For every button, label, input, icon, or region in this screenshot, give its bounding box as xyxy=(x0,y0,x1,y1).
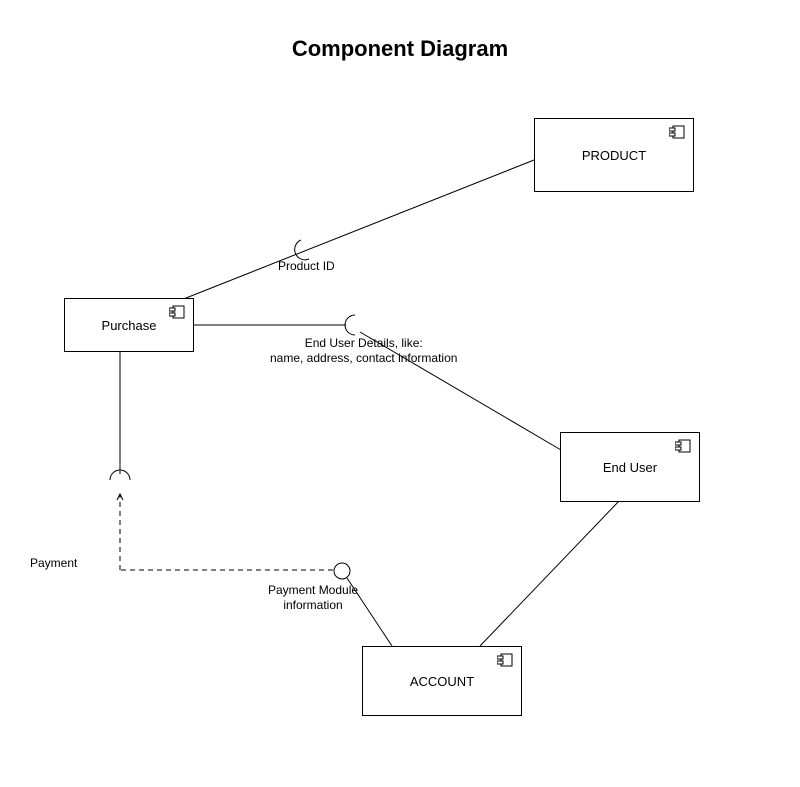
component-product: PRODUCT xyxy=(534,118,694,192)
component-icon xyxy=(669,125,685,142)
component-icon xyxy=(675,439,691,456)
label-payment: Payment xyxy=(30,556,77,571)
component-product-label: PRODUCT xyxy=(582,148,646,163)
component-end-user-label: End User xyxy=(603,460,657,475)
component-purchase-label: Purchase xyxy=(102,318,157,333)
component-icon xyxy=(497,653,513,670)
component-purchase: Purchase xyxy=(64,298,194,352)
component-icon xyxy=(169,305,185,322)
component-account-label: ACCOUNT xyxy=(410,674,474,689)
diagram-title: Component Diagram xyxy=(0,36,800,62)
label-product-id: Product ID xyxy=(278,259,335,274)
component-account: ACCOUNT xyxy=(362,646,522,716)
label-payment-module: Payment Module information xyxy=(268,583,358,613)
component-end-user: End User xyxy=(560,432,700,502)
label-end-user-details: End User Details, like: name, address, c… xyxy=(270,336,457,366)
